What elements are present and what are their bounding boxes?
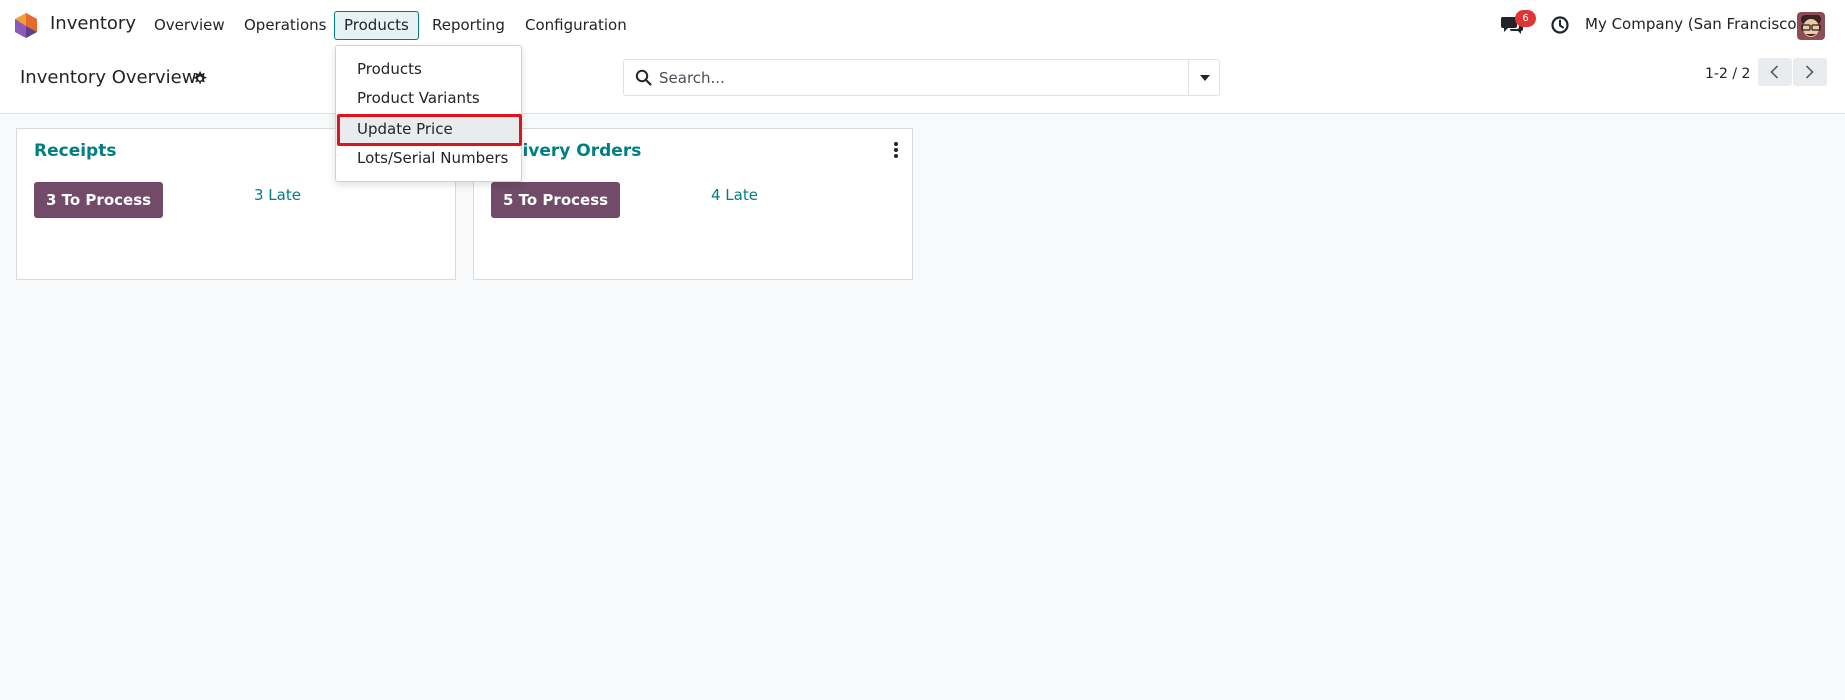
search-icon bbox=[635, 69, 652, 86]
delivery-late-link[interactable]: 4 Late bbox=[711, 186, 758, 204]
pager-previous-button[interactable] bbox=[1758, 58, 1792, 86]
page-title: Inventory Overview bbox=[20, 67, 197, 88]
delivery-orders-card: Delivery Orders 5 To Process 4 Late bbox=[473, 128, 913, 280]
menu-operations[interactable]: Operations bbox=[234, 11, 336, 40]
search-options-toggle[interactable] bbox=[1188, 59, 1220, 96]
top-navbar: Inventory Overview Operations Products R… bbox=[0, 0, 1845, 50]
caret-down-icon bbox=[1200, 75, 1210, 81]
kebab-icon[interactable] bbox=[893, 142, 899, 158]
user-avatar[interactable] bbox=[1797, 12, 1825, 40]
pager-next-button[interactable] bbox=[1793, 58, 1827, 86]
pager-value[interactable]: 1-2 / 2 bbox=[1705, 66, 1750, 82]
app-name[interactable]: Inventory bbox=[50, 13, 136, 34]
menu-overview[interactable]: Overview bbox=[144, 11, 235, 40]
search-input[interactable] bbox=[659, 61, 1179, 94]
dropdown-item-lots-serial-numbers[interactable]: Lots/Serial Numbers bbox=[336, 144, 521, 173]
menu-configuration[interactable]: Configuration bbox=[515, 11, 637, 40]
card-title-receipts[interactable]: Receipts bbox=[34, 141, 116, 161]
search-bar bbox=[623, 59, 1190, 96]
menu-reporting[interactable]: Reporting bbox=[422, 11, 515, 40]
menu-products[interactable]: Products bbox=[334, 11, 419, 40]
clock-icon[interactable] bbox=[1550, 15, 1570, 35]
delivery-to-process-button[interactable]: 5 To Process bbox=[491, 182, 621, 218]
receipts-late-link[interactable]: 3 Late bbox=[254, 186, 301, 204]
chevron-left-icon bbox=[1770, 65, 1779, 79]
chat-count-badge: 6 bbox=[1515, 10, 1536, 27]
dropdown-item-product-variants[interactable]: Product Variants bbox=[336, 84, 521, 113]
company-switcher[interactable]: My Company (San Francisco) bbox=[1585, 15, 1802, 33]
chevron-right-icon bbox=[1805, 65, 1814, 79]
products-dropdown-menu: Products Product Variants Update Price L… bbox=[335, 45, 522, 182]
gear-icon[interactable] bbox=[192, 71, 207, 86]
dropdown-item-products[interactable]: Products bbox=[336, 55, 521, 84]
dropdown-item-update-price[interactable]: Update Price bbox=[336, 115, 521, 144]
app-logo-icon[interactable] bbox=[15, 13, 37, 38]
control-panel: Inventory Overview 1-2 / 2 bbox=[0, 50, 1845, 114]
receipts-to-process-button[interactable]: 3 To Process bbox=[34, 182, 164, 218]
